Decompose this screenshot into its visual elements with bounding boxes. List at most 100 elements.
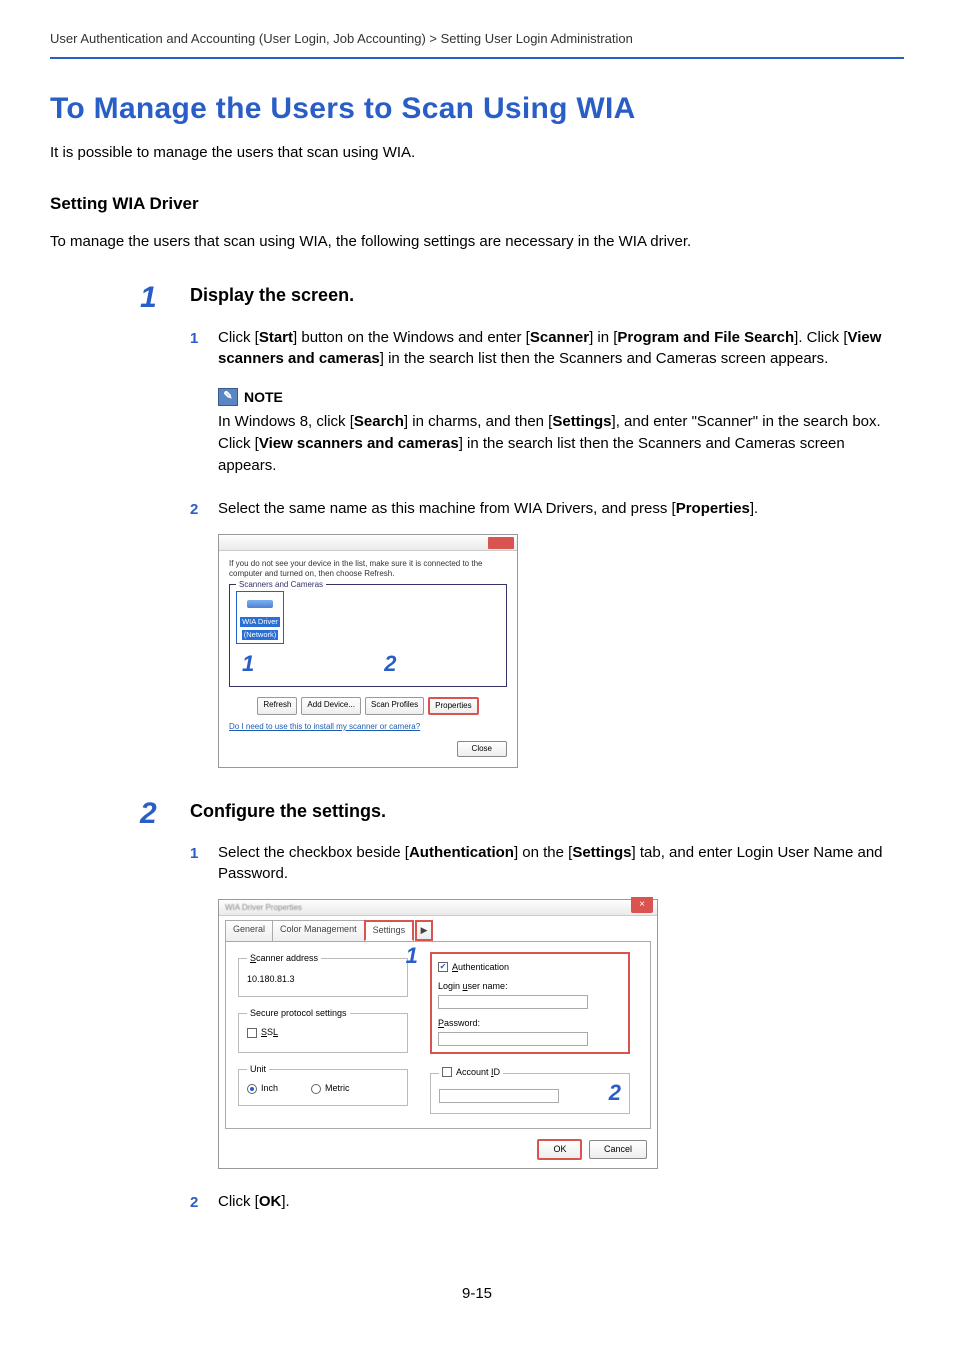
bold-authentication: Authentication <box>409 844 514 861</box>
callout-1: 1 <box>406 940 418 972</box>
step-number-2: 2 <box>140 792 157 836</box>
account-id-input[interactable] <box>439 1089 559 1103</box>
login-user-label: Login user name: <box>438 980 622 993</box>
scanner-address-value: 10.180.81.3 <box>247 973 399 986</box>
bold-program-search: Program and File Search <box>617 329 794 346</box>
callout-2: 2 <box>384 648 396 680</box>
bold-search: Search <box>354 413 404 430</box>
unit-label: Unit <box>247 1063 269 1076</box>
tab-settings-label: Settings <box>373 925 406 935</box>
help-link[interactable]: Do I need to use this to install my scan… <box>229 721 420 733</box>
bold-start: Start <box>259 329 293 346</box>
text: ] on the [ <box>514 844 572 861</box>
text: ]. <box>750 500 758 517</box>
text: Click [ <box>218 1193 259 1210</box>
close-icon[interactable] <box>488 537 514 549</box>
step-2-title: Configure the settings. <box>190 798 904 824</box>
intro-text: It is possible to manage the users that … <box>50 142 904 164</box>
note-box: ✎ NOTE In Windows 8, click [Search] in c… <box>190 384 904 476</box>
close-icon[interactable]: × <box>631 897 653 913</box>
callout-1: 1 <box>242 648 254 680</box>
unit-group: Unit Inch Metric <box>238 1063 408 1106</box>
tab-color-management[interactable]: Color Management <box>272 920 365 941</box>
wia-driver-device[interactable]: WIA Driver (Network) <box>236 591 284 644</box>
account-id-checkbox[interactable]: Account ID <box>442 1066 500 1079</box>
step-1-substep-2: 2 Select the same name as this machine f… <box>190 498 904 520</box>
page-title: To Manage the Users to Scan Using WIA <box>50 87 904 131</box>
unit-metric-radio[interactable]: Metric <box>311 1083 350 1093</box>
page-number: 9-15 <box>50 1283 904 1305</box>
tab-overflow-button[interactable]: ▶ <box>415 920 433 941</box>
text: Select the same name as this machine fro… <box>218 500 676 517</box>
window-titlebar <box>219 535 517 551</box>
secure-protocol-group: Secure protocol settings SSL <box>238 1007 408 1053</box>
ssl-label: SSL <box>261 1026 278 1039</box>
text: In Windows 8, click [ <box>218 413 354 430</box>
hint-text: If you do not see your device in the lis… <box>229 559 507 578</box>
login-user-input[interactable] <box>438 995 588 1009</box>
text: Click [ <box>218 329 259 346</box>
unit-inch-radio[interactable]: Inch <box>247 1083 278 1093</box>
step-2-substep-1: 1 Select the checkbox beside [Authentica… <box>190 842 904 886</box>
tab-general[interactable]: General <box>225 920 273 941</box>
callout-2: 2 <box>609 1077 621 1109</box>
secure-protocol-label: Secure protocol settings <box>247 1007 350 1020</box>
text: ] button on the Windows and enter [ <box>293 329 530 346</box>
screenshot-scanners-cameras: If you do not see your device in the lis… <box>218 534 518 767</box>
properties-button[interactable]: Properties <box>428 697 478 715</box>
breadcrumb: User Authentication and Accounting (User… <box>50 30 904 59</box>
note-icon: ✎ <box>218 388 238 406</box>
scanner-icon <box>245 594 275 612</box>
authentication-checkbox[interactable]: ✔ Authentication <box>438 961 509 974</box>
substep-number: 2 <box>190 499 198 521</box>
text: ]. <box>281 1193 289 1210</box>
substep-number: 1 <box>190 843 198 865</box>
text: ] in [ <box>589 329 617 346</box>
subsection-heading: Setting WIA Driver <box>50 192 904 217</box>
account-id-group: Account ID 2 <box>430 1066 630 1115</box>
scanner-address-label: SScanner addresscanner address <box>247 952 321 965</box>
substep-number: 1 <box>190 328 198 350</box>
device-label-2: (Network) <box>242 630 279 640</box>
note-label: NOTE <box>244 387 283 407</box>
password-input[interactable] <box>438 1032 588 1046</box>
account-id-label: Account ID <box>456 1066 500 1079</box>
bold-view-scanners: View scanners and cameras <box>259 435 459 452</box>
tab-strip: General Color Management Settings 1 ▶ <box>219 916 657 941</box>
unit-inch-label: Inch <box>261 1083 278 1093</box>
bold-settings: Settings <box>552 413 611 430</box>
authentication-highlight: ✔ Authentication Login user name: Passwo… <box>430 952 630 1053</box>
text: ]. Click [ <box>794 329 847 346</box>
tab-settings[interactable]: Settings 1 <box>364 920 415 941</box>
scanner-address-group: SScanner addresscanner address 10.180.81… <box>238 952 408 997</box>
screenshot-properties-dialog: WIA Driver Properties × General Color Ma… <box>218 899 658 1169</box>
ssl-checkbox[interactable]: SSL <box>247 1026 278 1039</box>
text: ] in the search list then the Scanners a… <box>380 350 829 367</box>
bold-scanner: Scanner <box>530 329 589 346</box>
text: Select the checkbox beside [ <box>218 844 409 861</box>
password-label: Password: <box>438 1017 622 1030</box>
authentication-label: Authentication <box>452 961 509 974</box>
add-device-button[interactable]: Add Device... <box>301 697 361 715</box>
group-label: Scanners and Cameras <box>236 579 326 591</box>
close-button[interactable]: Close <box>457 741 507 757</box>
titlebar-text: WIA Driver Properties <box>219 900 657 914</box>
bold-settings-tab: Settings <box>572 844 631 861</box>
bold-properties: Properties <box>676 500 750 517</box>
settings-panel: SScanner addresscanner address 10.180.81… <box>225 941 651 1129</box>
ok-button[interactable]: OK <box>537 1139 582 1160</box>
refresh-button[interactable]: Refresh <box>257 697 297 715</box>
device-label-1: WIA Driver <box>240 617 280 627</box>
bold-ok: OK <box>259 1193 282 1210</box>
cancel-button[interactable]: Cancel <box>589 1140 647 1159</box>
unit-metric-label: Metric <box>325 1083 350 1093</box>
window-titlebar: WIA Driver Properties × <box>219 900 657 916</box>
scan-profiles-button[interactable]: Scan Profiles <box>365 697 424 715</box>
text: ] in charms, and then [ <box>404 413 552 430</box>
step-number-1: 1 <box>140 276 157 320</box>
subsection-desc: To manage the users that scan using WIA,… <box>50 231 904 253</box>
step-2-substep-2: 2 Click [OK]. <box>190 1191 904 1213</box>
step-1-substep-1: 1 Click [Start] button on the Windows an… <box>190 327 904 371</box>
step-1-title: Display the screen. <box>190 282 904 308</box>
substep-number: 2 <box>190 1192 198 1214</box>
